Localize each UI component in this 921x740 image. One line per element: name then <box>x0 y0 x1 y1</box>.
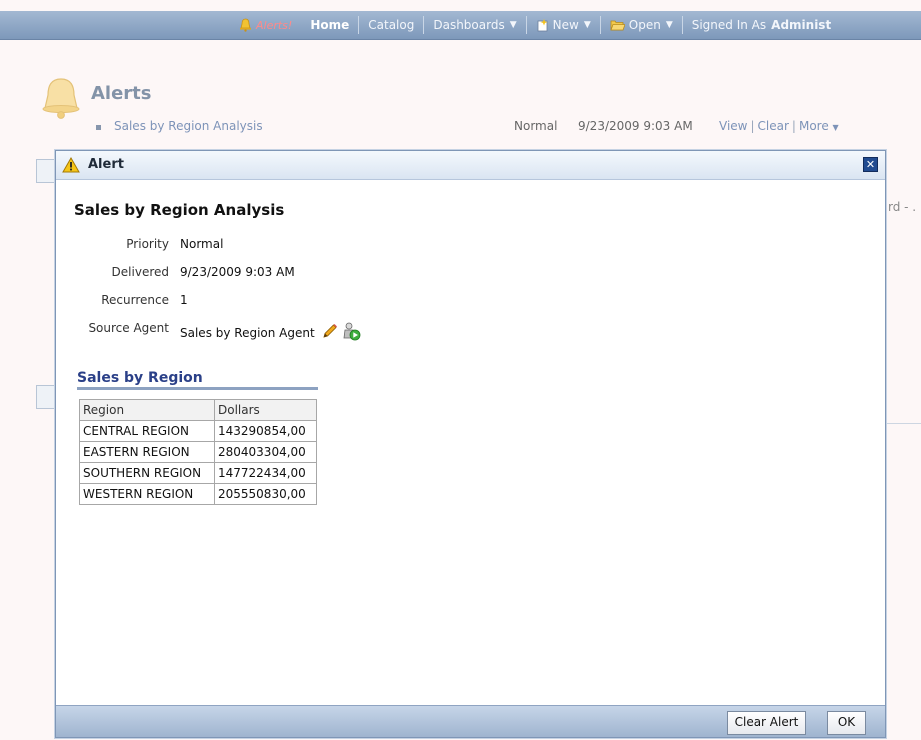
alert-dialog: Alert ✕ Sales by Region Analysis Priorit… <box>55 150 886 738</box>
section-divider <box>77 387 318 390</box>
clear-alert-button[interactable]: Clear Alert <box>727 711 806 735</box>
ok-button[interactable]: OK <box>827 711 866 735</box>
recurrence-label: Recurrence <box>101 293 169 307</box>
more-link-label: More <box>798 119 829 133</box>
nav-home[interactable]: Home <box>301 18 358 32</box>
alert-date: 9/23/2009 9:03 AM <box>578 119 693 133</box>
region-cell: SOUTHERN REGION <box>79 462 215 484</box>
alert-actions: View | Clear | More ▼ <box>719 119 839 133</box>
region-cell: EASTERN REGION <box>79 441 215 463</box>
recurrence-value: 1 <box>180 293 188 307</box>
alerts-link[interactable]: Alerts! <box>230 18 301 32</box>
nav-new-label: New <box>552 18 579 32</box>
global-nav: Alerts! Home Catalog Dashboards ▼ New ▼ <box>230 11 840 39</box>
page-title: Alerts <box>91 83 152 104</box>
background-divider <box>886 423 921 424</box>
table-row: SOUTHERN REGION 147722434,00 <box>79 462 317 484</box>
dialog-footer: Clear Alert OK <box>56 705 885 737</box>
alert-name-link[interactable]: Sales by Region Analysis <box>114 119 263 133</box>
dollars-cell: 205550830,00 <box>214 483 317 505</box>
table-row: EASTERN REGION 280403304,00 <box>79 441 317 463</box>
recurrence-row: Recurrence 1 <box>74 291 454 319</box>
dollars-cell: 147722434,00 <box>214 462 317 484</box>
nav-open[interactable]: Open ▼ <box>601 18 682 32</box>
chevron-down-icon: ▼ <box>509 20 517 30</box>
list-item: Sales by Region Analysis Normal 9/23/200… <box>96 119 866 137</box>
priority-value: Normal <box>180 237 224 251</box>
alert-properties: Priority Normal Delivered 9/23/2009 9:03… <box>74 235 454 347</box>
alerts-link-label: Alerts! <box>256 18 293 32</box>
table-row: CENTRAL REGION 143290854,00 <box>79 420 317 442</box>
source-agent-name: Sales by Region Agent <box>180 325 315 340</box>
analysis-title: Sales by Region Analysis <box>74 201 285 219</box>
view-link[interactable]: View <box>719 119 747 133</box>
separator: | <box>750 119 755 133</box>
new-document-icon <box>536 18 549 32</box>
background-truncated-text: rd - . <box>888 200 917 214</box>
priority-label: Priority <box>126 237 169 251</box>
folder-icon <box>610 19 625 31</box>
nav-new[interactable]: New ▼ <box>527 18 600 32</box>
sales-table: Region Dollars CENTRAL REGION 143290854,… <box>79 399 317 505</box>
delivered-value: 9/23/2009 9:03 AM <box>180 265 295 279</box>
table-header-row: Region Dollars <box>79 399 317 421</box>
clear-link[interactable]: Clear <box>758 119 789 133</box>
priority-row: Priority Normal <box>74 235 454 263</box>
delivered-label: Delivered <box>111 265 169 279</box>
dollars-cell: 143290854,00 <box>214 420 317 442</box>
nav-catalog[interactable]: Catalog <box>359 18 423 32</box>
alert-priority: Normal <box>514 119 558 133</box>
bell-icon <box>38 76 84 123</box>
nav-open-label: Open <box>628 18 661 32</box>
column-header-region: Region <box>79 399 215 421</box>
chevron-down-icon: ▼ <box>832 123 839 132</box>
nav-dashboards-label: Dashboards <box>433 18 505 32</box>
dialog-title: Alert <box>88 157 124 172</box>
column-header-dollars: Dollars <box>214 399 317 421</box>
signed-in-label: Signed In As <box>691 18 767 32</box>
table-row: WESTERN REGION 205550830,00 <box>79 483 317 505</box>
background-panel-edge <box>36 385 57 409</box>
signed-in-user[interactable]: Administ <box>771 18 831 32</box>
chevron-down-icon: ▼ <box>665 20 673 30</box>
source-agent-value: Sales by Region Agent <box>180 321 361 344</box>
source-agent-row: Source Agent Sales by Region Agent <box>74 319 454 347</box>
section-title: Sales by Region <box>77 370 203 386</box>
region-cell: CENTRAL REGION <box>79 420 215 442</box>
chevron-down-icon: ▼ <box>583 20 591 30</box>
more-link[interactable]: More ▼ <box>799 119 839 133</box>
nav-dashboards[interactable]: Dashboards ▼ <box>424 18 525 32</box>
source-agent-label: Source Agent <box>88 321 169 335</box>
region-cell: WESTERN REGION <box>79 483 215 505</box>
close-icon[interactable]: ✕ <box>863 157 878 172</box>
signed-in-info: Signed In As Administ <box>683 18 840 32</box>
background-panel-edge <box>36 159 57 183</box>
separator: | <box>791 119 796 133</box>
pencil-icon[interactable] <box>322 323 338 342</box>
warning-icon <box>62 156 80 176</box>
global-header: Alerts! Home Catalog Dashboards ▼ New ▼ <box>0 11 921 40</box>
run-agent-icon[interactable] <box>341 321 361 344</box>
dollars-cell: 280403304,00 <box>214 441 317 463</box>
dialog-header[interactable]: Alert ✕ <box>56 151 885 180</box>
bullet <box>96 125 101 130</box>
bell-icon <box>239 18 252 32</box>
dialog-body: Sales by Region Analysis Priority Normal… <box>56 180 885 705</box>
delivered-row: Delivered 9/23/2009 9:03 AM <box>74 263 454 291</box>
